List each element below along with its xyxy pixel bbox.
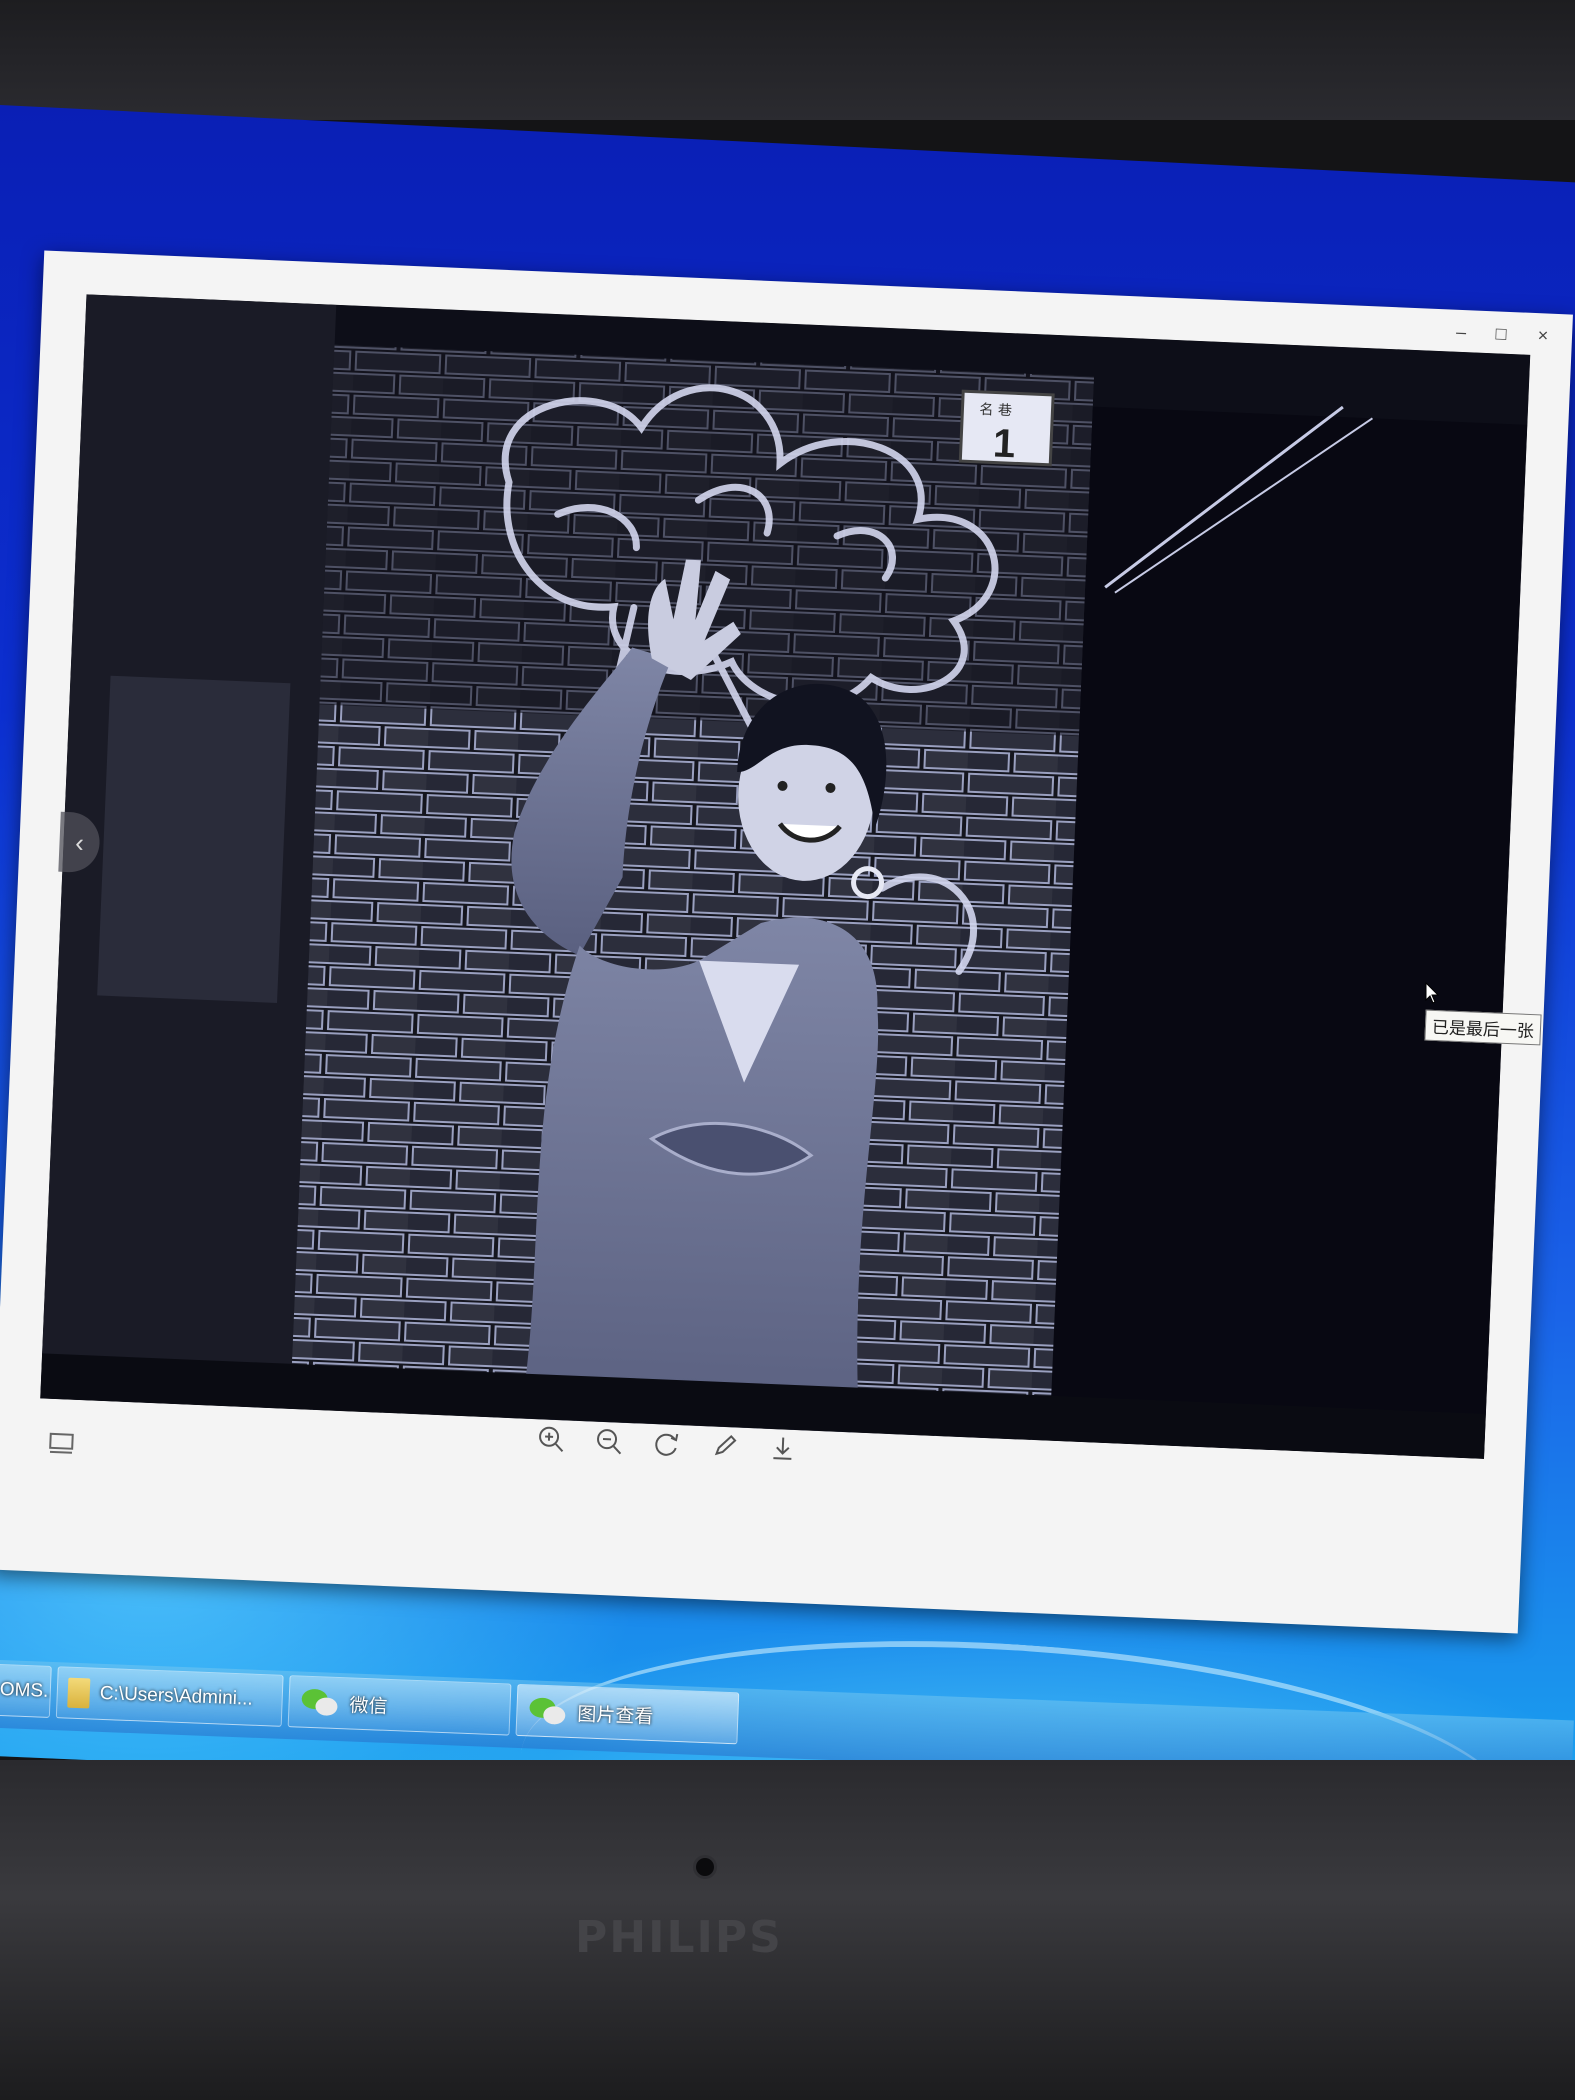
- monitor-bezel-bottom: [0, 1760, 1575, 2100]
- webcam-icon: [696, 1858, 714, 1876]
- photo-image: 名 巷 1: [40, 294, 1531, 1459]
- zoom-in-icon[interactable]: [534, 1422, 567, 1455]
- thumbnail-toggle-icon[interactable]: [48, 1432, 75, 1455]
- displayed-photo: 名 巷 1: [40, 294, 1531, 1459]
- last-photo-tooltip: 已是最后一张: [1424, 1009, 1542, 1046]
- taskbar-item-oms[interactable]: OMS...: [0, 1663, 52, 1718]
- taskbar-item-wechat[interactable]: 微信: [287, 1675, 512, 1736]
- taskbar-item-photo-viewer[interactable]: 图片查看: [515, 1683, 740, 1745]
- plate-small-text: 名 巷: [979, 402, 1012, 419]
- rotate-icon[interactable]: [650, 1427, 683, 1460]
- maximize-button[interactable]: □: [1486, 323, 1517, 345]
- zoom-out-icon[interactable]: [592, 1425, 625, 1458]
- download-icon[interactable]: [766, 1432, 799, 1465]
- taskbar-item-label: 微信: [349, 1694, 388, 1718]
- edit-pencil-icon[interactable]: [708, 1429, 741, 1462]
- wechat-icon: [529, 1697, 566, 1725]
- taskbar-item-label: OMS...: [0, 1679, 52, 1703]
- taskbar-item-label: 图片查看: [576, 1703, 654, 1728]
- taskbar-item-label: C:\Users\Admini...: [99, 1682, 254, 1710]
- mouse-cursor-icon: [1425, 982, 1439, 1004]
- wechat-icon: [301, 1689, 338, 1716]
- monitor-bezel-top: [0, 0, 1575, 120]
- close-button[interactable]: ×: [1528, 325, 1559, 347]
- minimize-button[interactable]: –: [1446, 321, 1477, 343]
- monitor-brand-logo: PHILIPS: [575, 1912, 783, 1963]
- viewer-toolbar: [534, 1422, 799, 1465]
- taskbar-item-explorer[interactable]: C:\Users\Admini...: [55, 1666, 284, 1727]
- house-number: 1: [992, 421, 1016, 466]
- folder-icon: [67, 1677, 91, 1709]
- photo-viewer-window: – □ × 名 巷 1 ‹: [0, 250, 1573, 1634]
